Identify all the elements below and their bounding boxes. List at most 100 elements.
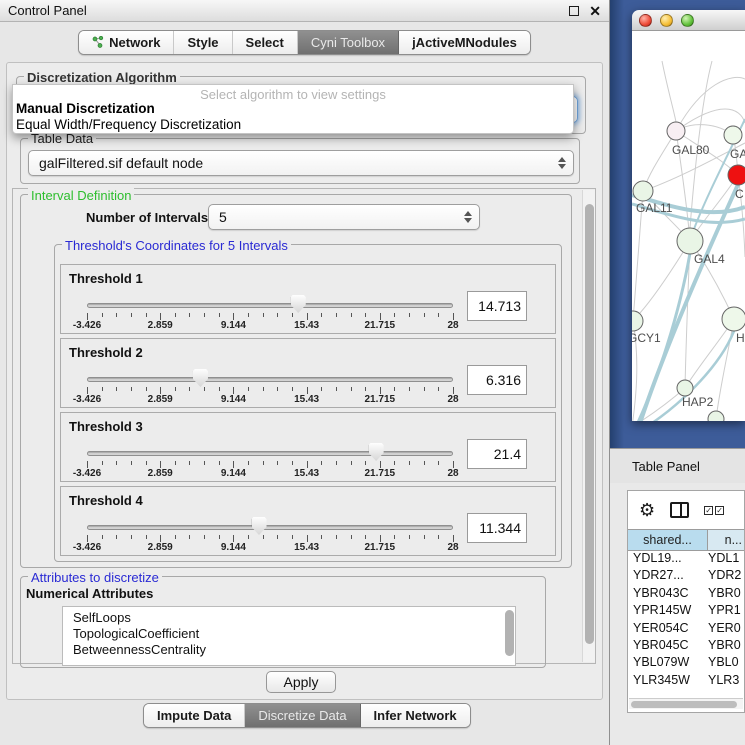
network-node[interactable] bbox=[667, 122, 685, 140]
table-row[interactable]: YBL079WYBL0 bbox=[628, 655, 744, 672]
tick-mark bbox=[321, 313, 322, 317]
slider-handle[interactable] bbox=[252, 517, 267, 535]
tick-mark bbox=[87, 387, 88, 394]
scrollbar-thumb[interactable] bbox=[631, 701, 737, 708]
network-node[interactable] bbox=[632, 311, 643, 331]
threshold-label: Threshold 4 bbox=[69, 493, 143, 508]
apply-button[interactable]: Apply bbox=[266, 671, 336, 693]
network-node[interactable] bbox=[708, 411, 724, 421]
minimize-traffic-light-icon[interactable] bbox=[660, 14, 673, 27]
tick-label: 28 bbox=[447, 394, 458, 405]
slider-track[interactable] bbox=[87, 451, 453, 456]
tab-style[interactable]: Style bbox=[174, 31, 232, 54]
close-icon[interactable]: ✕ bbox=[589, 6, 601, 16]
network-node[interactable] bbox=[677, 380, 693, 396]
network-node[interactable] bbox=[633, 181, 653, 201]
column-header-shared-name[interactable]: shared... bbox=[628, 530, 708, 550]
list-scrollbar-thumb[interactable] bbox=[505, 610, 514, 656]
table-row[interactable]: YDR27...YDR2 bbox=[628, 568, 744, 585]
tab-network[interactable]: Network bbox=[79, 31, 174, 54]
node-table: ⚙ shared... n... YDL19...YDL1YDR27...YDR… bbox=[627, 490, 745, 713]
combo-stepper-icon bbox=[464, 211, 472, 223]
tick-label: 9.144 bbox=[221, 394, 246, 405]
slider-tick-labels: -3.4262.8599.14415.4321.71528 bbox=[87, 394, 453, 406]
attribute-list-item[interactable]: BetweennessCentrality bbox=[73, 642, 515, 658]
table-toolbar: ⚙ bbox=[628, 491, 744, 529]
slider-track[interactable] bbox=[87, 303, 453, 308]
float-window-icon[interactable] bbox=[569, 6, 579, 16]
tab-label: Network bbox=[109, 35, 160, 50]
tab-cyni-toolbox[interactable]: Cyni Toolbox bbox=[298, 31, 399, 54]
tick-mark bbox=[131, 387, 132, 391]
tab-infer-network[interactable]: Infer Network bbox=[361, 704, 470, 727]
vertical-scrollbar[interactable] bbox=[582, 190, 595, 662]
zoom-traffic-light-icon[interactable] bbox=[681, 14, 694, 27]
popup-item-manual-discretization[interactable]: Manual Discretization bbox=[13, 101, 573, 117]
split-view-icon[interactable] bbox=[670, 502, 689, 518]
tick-mark bbox=[453, 313, 454, 320]
threshold-value-field[interactable]: 11.344 bbox=[467, 513, 527, 543]
threshold-value-field[interactable]: 6.316 bbox=[467, 365, 527, 395]
network-node-label: HAP2 bbox=[682, 395, 714, 409]
number-of-intervals-combobox[interactable]: 5 bbox=[208, 204, 480, 230]
tick-mark bbox=[248, 387, 249, 391]
tick-mark bbox=[219, 387, 220, 391]
table-row[interactable]: YBR043CYBR0 bbox=[628, 586, 744, 603]
algorithm-dropdown-popup: Select algorithm to view settings Manual… bbox=[12, 84, 574, 134]
tick-mark bbox=[87, 313, 88, 320]
close-traffic-light-icon[interactable] bbox=[639, 14, 652, 27]
slider-handle[interactable] bbox=[369, 443, 384, 461]
tab-jactivemnodules[interactable]: jActiveMNodules bbox=[399, 31, 530, 54]
threshold-label: Threshold 1 bbox=[69, 271, 143, 286]
network-node[interactable] bbox=[728, 165, 745, 185]
network-node[interactable] bbox=[722, 307, 745, 331]
slider-track[interactable] bbox=[87, 377, 453, 382]
table-row[interactable]: YDL19...YDL1 bbox=[628, 551, 744, 568]
table-row[interactable]: YBR045CYBR0 bbox=[628, 638, 744, 655]
table-row[interactable]: YPR145WYPR1 bbox=[628, 603, 744, 620]
scrollbar-thumb[interactable] bbox=[585, 204, 594, 644]
table-data-combobox[interactable]: galFiltered.sif default node bbox=[28, 150, 574, 176]
threshold-value-field[interactable]: 21.4 bbox=[467, 439, 527, 469]
slider-handle[interactable] bbox=[193, 369, 208, 387]
attribute-list-item[interactable]: SelfLoops bbox=[73, 610, 515, 626]
cell-name: YDL1 bbox=[708, 551, 744, 568]
tick-mark bbox=[263, 387, 264, 391]
table-row[interactable]: YIL052CYIL0 bbox=[628, 690, 744, 692]
network-window-titlebar[interactable] bbox=[632, 10, 745, 31]
tab-discretize-data[interactable]: Discretize Data bbox=[245, 704, 360, 727]
tick-mark bbox=[307, 387, 308, 394]
tick-mark bbox=[453, 461, 454, 468]
cell-name: YBR0 bbox=[708, 586, 744, 603]
cell-shared-name: YDR27... bbox=[628, 568, 708, 585]
cell-shared-name: YPR145W bbox=[628, 603, 708, 620]
network-node[interactable] bbox=[677, 228, 703, 254]
tick-mark bbox=[438, 387, 439, 391]
attribute-list-item[interactable]: TopologicalCoefficient bbox=[73, 626, 515, 642]
control-panel-titlebar: Control Panel ✕ bbox=[0, 0, 609, 22]
tick-mark bbox=[424, 313, 425, 317]
network-canvas[interactable]: GAL80GACGAL11GAL4GCY1HHAP2 bbox=[632, 31, 745, 421]
threshold-value-field[interactable]: 14.713 bbox=[467, 291, 527, 321]
table-horizontal-scrollbar[interactable] bbox=[629, 698, 743, 709]
tab-impute-data[interactable]: Impute Data bbox=[144, 704, 245, 727]
tab-select[interactable]: Select bbox=[233, 31, 298, 54]
tick-label: 21.715 bbox=[365, 542, 396, 553]
numerical-attributes-list[interactable]: SelfLoopsTopologicalCoefficientBetweenne… bbox=[62, 606, 516, 666]
table-row[interactable]: YER054CYER0 bbox=[628, 621, 744, 638]
thresholds-group-title: Threshold's Coordinates for 5 Intervals bbox=[62, 238, 291, 253]
table-row[interactable]: YLR345WYLR3 bbox=[628, 673, 744, 690]
slider-handle[interactable] bbox=[291, 295, 306, 313]
select-columns-icon[interactable] bbox=[704, 506, 724, 515]
tick-label: 2.859 bbox=[148, 320, 173, 331]
tick-mark bbox=[409, 461, 410, 465]
popup-item-equal-width-frequency[interactable]: Equal Width/Frequency Discretization bbox=[13, 117, 573, 133]
tick-mark bbox=[321, 535, 322, 539]
column-header-name[interactable]: n... bbox=[708, 530, 744, 550]
slider-track[interactable] bbox=[87, 525, 453, 530]
network-node-label: GAL4 bbox=[694, 252, 725, 266]
gear-icon[interactable]: ⚙ bbox=[639, 501, 655, 519]
network-node[interactable] bbox=[724, 126, 742, 144]
tick-mark bbox=[380, 461, 381, 468]
tick-mark bbox=[219, 535, 220, 539]
